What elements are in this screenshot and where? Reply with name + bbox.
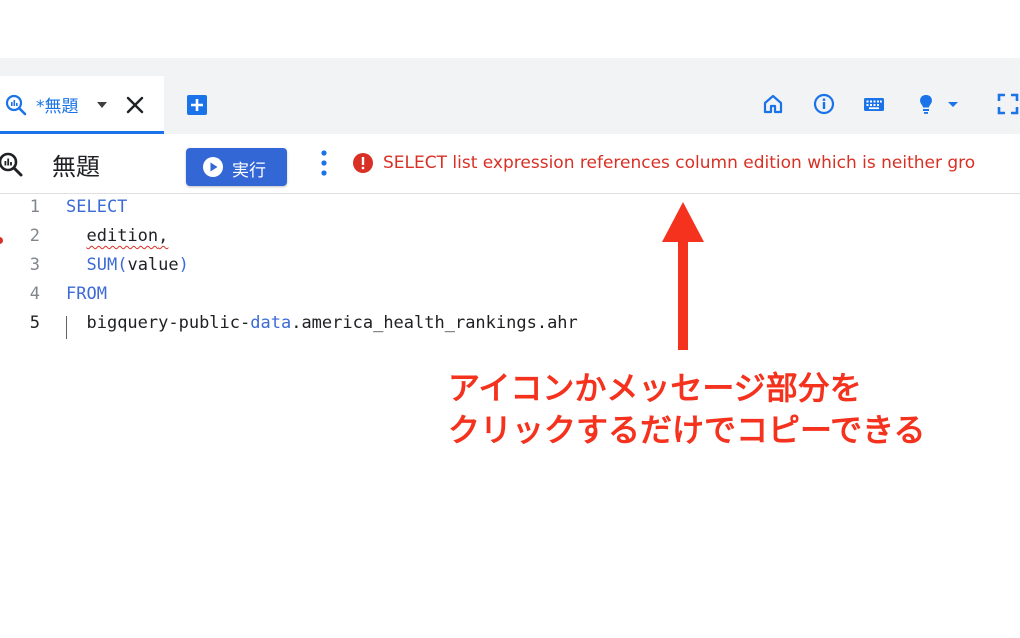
paren-open: ( xyxy=(117,255,128,275)
paren-close: ) xyxy=(178,255,189,275)
line-number: 5 xyxy=(29,313,40,333)
line-number: 3 xyxy=(29,255,40,275)
code-line: 2 edition, xyxy=(0,226,1020,255)
line-number: 1 xyxy=(29,197,40,217)
query-title: 無題 xyxy=(52,153,100,181)
code-text: FROM xyxy=(66,284,107,304)
fullscreen-icon[interactable] xyxy=(996,92,1020,116)
keyword: data xyxy=(250,313,292,333)
arrow-up-icon xyxy=(662,202,704,350)
annotation-text: アイコンかメッセージ部分を クリックするだけでコピーできる xyxy=(448,367,925,451)
query-icon xyxy=(0,152,23,177)
table-ref-part: bigquery-public- xyxy=(86,313,251,333)
table-ref-part: .america_health_rankings.ahr xyxy=(291,313,578,333)
keyboard-icon[interactable] xyxy=(862,92,886,116)
close-icon[interactable] xyxy=(124,94,146,116)
keyword: SELECT xyxy=(66,197,128,217)
line-number: 4 xyxy=(29,284,40,304)
home-icon[interactable] xyxy=(761,92,785,116)
identifier: value xyxy=(127,255,179,275)
code-line: 4 FROM xyxy=(0,284,1020,313)
error-identifier: edition xyxy=(86,226,159,246)
chevron-down-icon[interactable] xyxy=(96,101,108,109)
error-message[interactable]: SELECT list expression references column… xyxy=(383,153,975,173)
code-text: SUM(value) xyxy=(66,255,189,275)
more-vert-icon[interactable] xyxy=(316,148,332,178)
tab-bar: *無題 xyxy=(0,58,1020,134)
code-text: bigquery-public-data.america_health_rank… xyxy=(66,313,578,333)
function-name: SUM xyxy=(86,255,118,275)
chevron-down-icon[interactable] xyxy=(944,92,962,116)
comma: , xyxy=(158,226,169,246)
annotation-line: アイコンかメッセージ部分を xyxy=(448,369,862,407)
add-tab-icon[interactable] xyxy=(186,94,208,116)
run-button[interactable]: 実行 xyxy=(186,148,287,186)
error-icon[interactable] xyxy=(352,152,374,174)
play-icon xyxy=(203,157,223,177)
keyword: FROM xyxy=(66,284,107,304)
run-button-label: 実行 xyxy=(232,161,266,181)
info-icon[interactable] xyxy=(812,92,836,116)
annotation-line: クリックするだけでコピーできる xyxy=(448,411,926,449)
query-tab-icon xyxy=(5,94,27,116)
query-tab[interactable]: *無題 xyxy=(0,76,164,134)
line-number: 2 xyxy=(29,226,40,246)
query-toolbar: 無題 実行 SELECT list expression references … xyxy=(0,134,1020,194)
code-line: 3 SUM(value) xyxy=(0,255,1020,284)
tab-label[interactable]: *無題 xyxy=(36,92,79,117)
code-line: 1 SELECT xyxy=(0,197,1020,226)
code-line-active: 5 bigquery-public-data.america_health_ra… xyxy=(0,313,1020,342)
code-text: edition, xyxy=(66,226,168,246)
lightbulb-icon[interactable] xyxy=(914,92,938,116)
code-text: SELECT xyxy=(66,197,127,217)
bigquery-editor-window: *無題 無題 実行 SELECT list expression referen… xyxy=(0,58,1020,580)
